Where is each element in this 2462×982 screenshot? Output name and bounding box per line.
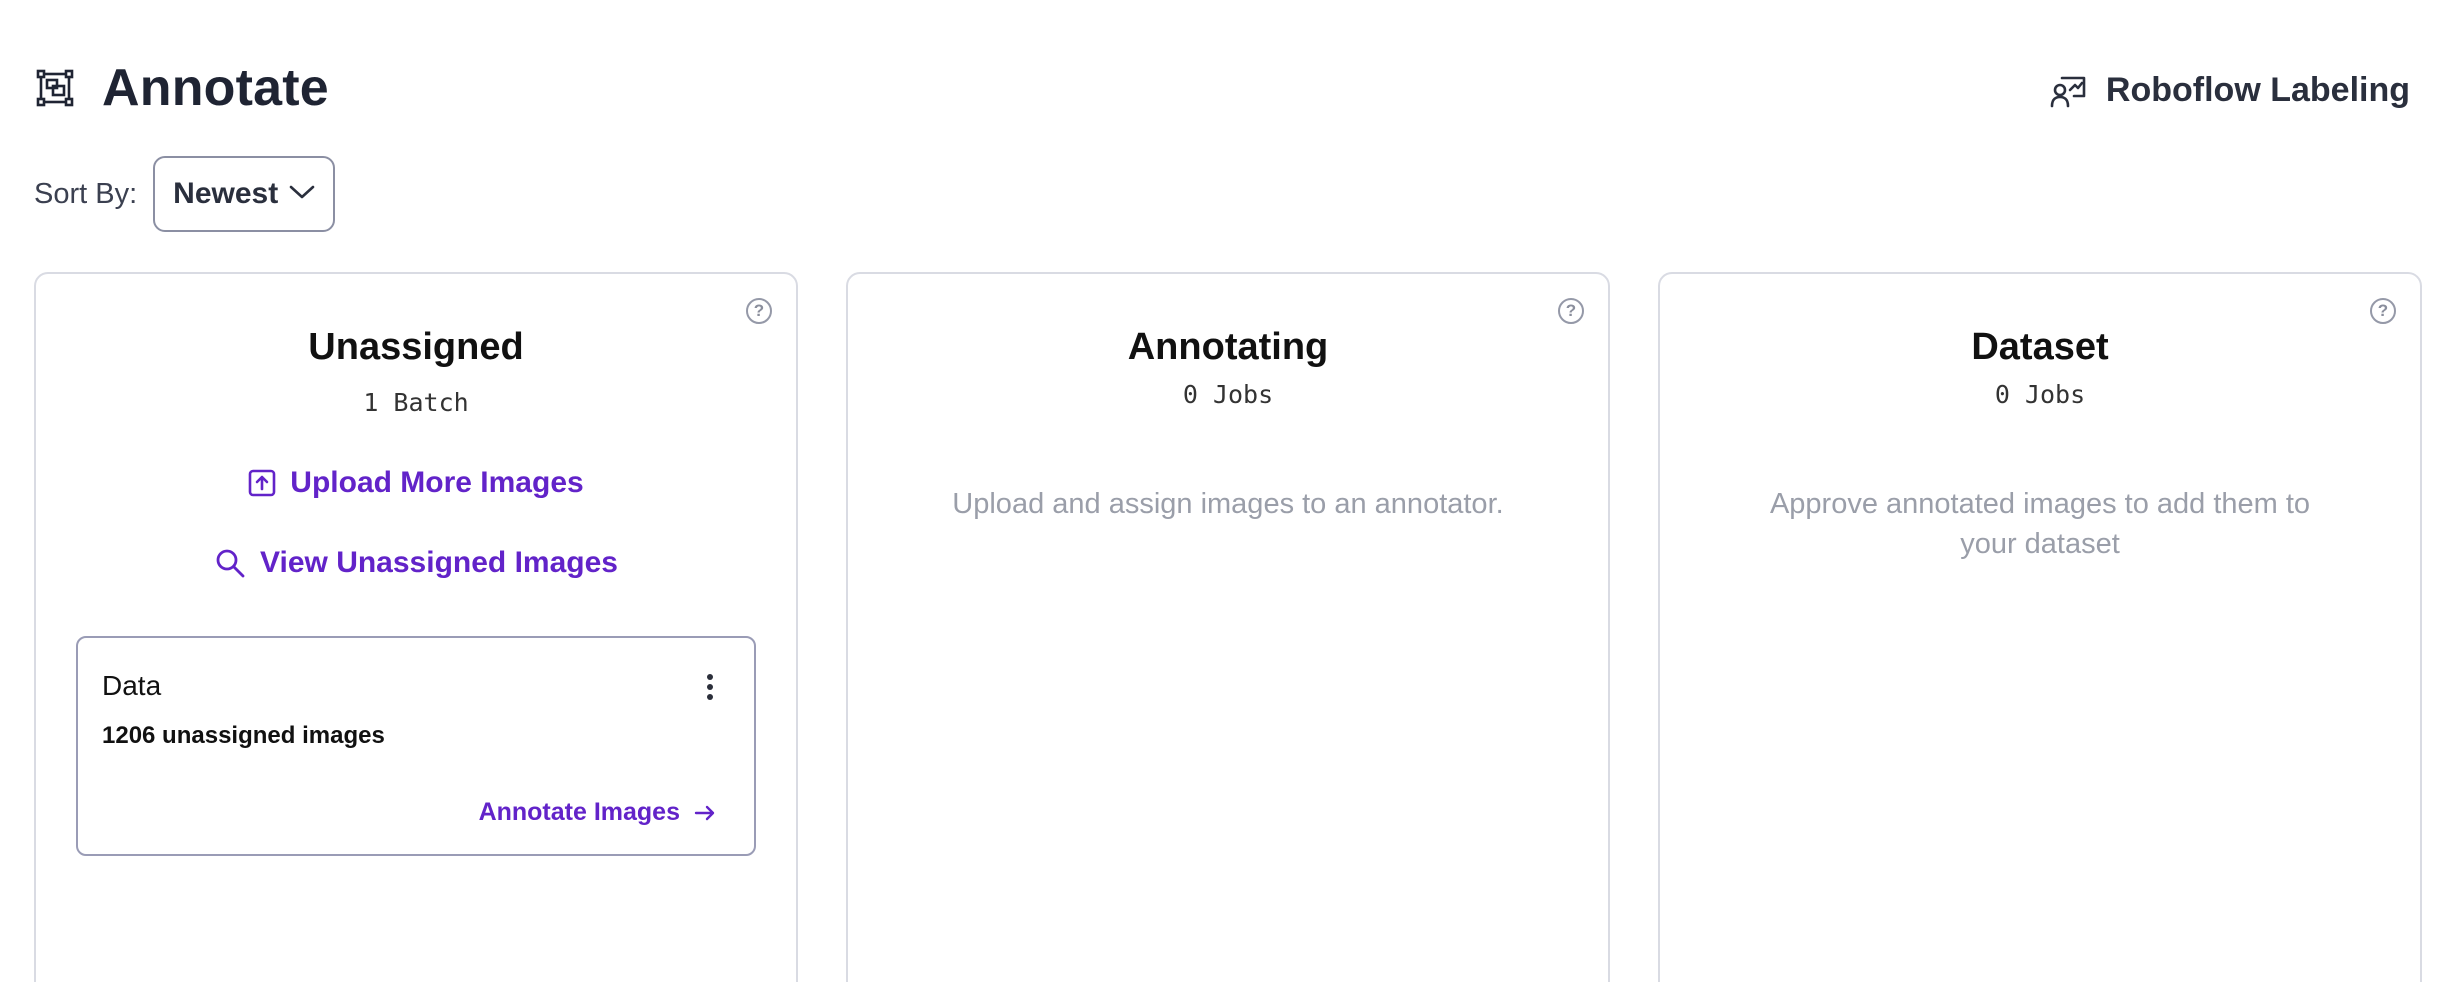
sort-selected-value: Newest	[173, 177, 279, 210]
annotate-images-link[interactable]: Annotate Images	[479, 798, 716, 827]
sort-label: Sort By:	[34, 177, 138, 210]
annotating-title: Annotating	[1127, 326, 1329, 368]
view-unassigned-images-label: View Unassigned Images	[260, 546, 618, 579]
labeler-icon	[2050, 70, 2090, 110]
question-circle-icon[interactable]: ?	[1558, 298, 1584, 324]
roboflow-labeling-button[interactable]: Roboflow Labeling	[2050, 62, 2410, 118]
search-icon	[216, 549, 245, 578]
annotating-column: ? Annotating 0 Jobs Upload and assign im…	[846, 272, 1610, 982]
dataset-empty-text: Approve annotated images to add them to …	[1769, 488, 2311, 560]
annotate-images-label: Annotate Images	[478, 798, 680, 826]
sort-row: Sort By: Newest	[34, 156, 336, 232]
arrow-right-icon	[694, 805, 715, 820]
batch-card[interactable]: Data 1206 unassigned images Annotate Ima…	[76, 636, 756, 856]
unassigned-column: ? Unassigned 1 Batch Upload More Images …	[34, 272, 798, 982]
unassigned-batch-count: 1 Batch	[363, 388, 469, 417]
annotate-frame-icon	[34, 67, 76, 109]
chevron-down-icon	[289, 184, 315, 205]
unassigned-title: Unassigned	[308, 326, 524, 368]
question-circle-icon[interactable]: ?	[746, 298, 772, 324]
dataset-title: Dataset	[1971, 326, 2109, 368]
sort-select[interactable]: Newest	[153, 156, 336, 232]
dataset-job-count: 0 Jobs	[1994, 380, 2086, 409]
annotate-page: Annotate Roboflow Labeling Sort By: Newe…	[0, 0, 2462, 982]
upload-icon	[248, 469, 276, 497]
batch-image-count: 1206 unassigned images	[102, 722, 385, 749]
view-unassigned-images-link[interactable]: View Unassigned Images	[36, 546, 796, 580]
page-title: Annotate	[102, 59, 329, 117]
upload-more-images-label: Upload More Images	[290, 466, 584, 499]
page-header: Annotate	[34, 56, 329, 120]
more-options-icon[interactable]	[700, 670, 720, 704]
roboflow-labeling-label: Roboflow Labeling	[2105, 70, 2410, 109]
batch-name: Data	[102, 670, 162, 701]
dataset-column: ? Dataset 0 Jobs Approve annotated image…	[1658, 272, 2422, 982]
question-circle-icon[interactable]: ?	[2370, 298, 2396, 324]
upload-more-images-link[interactable]: Upload More Images	[36, 466, 796, 500]
annotating-empty-text: Upload and assign images to an annotator…	[952, 488, 1504, 520]
annotating-job-count: 0 Jobs	[1182, 380, 1274, 409]
